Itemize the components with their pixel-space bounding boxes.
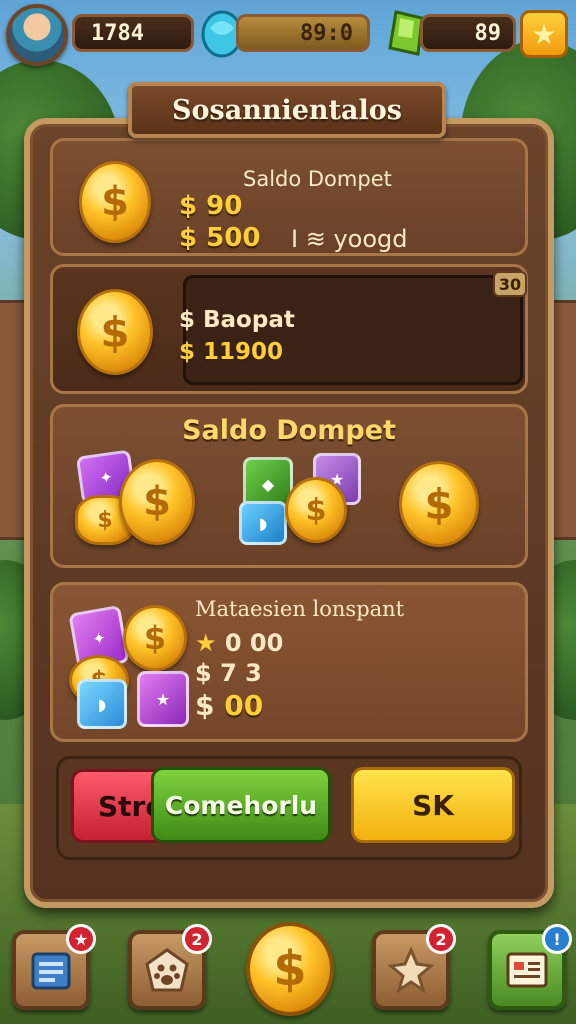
notification-badge: 2 xyxy=(182,924,212,954)
card1-line2-amount: $ 500 xyxy=(179,223,261,253)
dollar-coin-icon: $ xyxy=(79,161,151,243)
card1-line2-note: I ≋ yoogd xyxy=(291,225,408,253)
star-button[interactable]: ★ xyxy=(520,10,568,58)
top-hud: 1784 89:0 89 ★ xyxy=(0,0,576,70)
nav-map-button[interactable]: ! xyxy=(488,924,572,1010)
summary-card: ✦ $ $ ◗ ★ Mataesien lonspant ★ 0 00 $ 7 … xyxy=(50,582,528,742)
hud-counter-middle: 89:0 xyxy=(236,14,370,52)
star-icon: ★ xyxy=(195,629,217,657)
dollar-coin-icon: $ xyxy=(123,605,187,671)
card2-amount: $ 11900 xyxy=(179,339,284,365)
wallet-panel: $ Saldo Dompet $ 90 $ 500 I ≋ yoogd $ $ … xyxy=(24,118,554,908)
hud-middle-value: 89:0 xyxy=(300,20,353,46)
card4-line3-value: 00 xyxy=(224,689,264,722)
card1-heading: Saldo Dompet xyxy=(243,167,392,191)
player-avatar[interactable] xyxy=(6,4,68,66)
calendar-icon xyxy=(31,952,71,990)
dollar-coin-icon: $ xyxy=(77,289,153,375)
card2-label: $ Baopat xyxy=(179,307,295,333)
dollar-coin-icon[interactable]: $ xyxy=(399,461,479,547)
button-bar: Stre Comehorlu SK xyxy=(56,756,522,860)
card4-line2: $ 7 3 xyxy=(195,659,262,687)
badge-count: 2 xyxy=(435,929,447,949)
ok-button-label: SK xyxy=(412,788,454,822)
balance-card-2: $ $ Baopat $ 11900 30 xyxy=(50,264,528,394)
card4-line3: $ 00 xyxy=(195,689,263,722)
nav-calendar-button[interactable]: ★ xyxy=(12,924,96,1010)
paw-icon xyxy=(145,948,189,992)
balance-card-1: $ Saldo Dompet $ 90 $ 500 I ≋ yoogd xyxy=(50,138,528,256)
map-icon xyxy=(506,952,548,988)
dollar-sign-icon: $ xyxy=(195,659,212,687)
hud-counter-right: 89 xyxy=(420,14,516,52)
items-card: Saldo Dompet ✦ $ $ ◆ ★ ◗ $ $ xyxy=(50,404,528,568)
blue-card-icon: ◗ xyxy=(77,679,127,729)
blue-card-icon: ◗ xyxy=(239,501,287,545)
card4-line2-value: 7 3 xyxy=(220,659,262,687)
card2-badge-value: 30 xyxy=(498,274,522,294)
star-icon: ★ xyxy=(531,17,557,51)
hud-right-value: 89 xyxy=(474,20,502,46)
notification-badge: 2 xyxy=(426,924,456,954)
dollar-coin-icon[interactable]: $ xyxy=(119,459,195,545)
star-icon xyxy=(387,946,435,994)
title-plaque: Sosannientalos xyxy=(128,82,446,138)
hud-left-value: 1784 xyxy=(91,20,144,46)
page-title: Sosannientalos xyxy=(172,94,402,126)
card4-line1-value: 0 00 xyxy=(224,629,284,657)
card4-heading: Mataesien lonspant xyxy=(195,597,405,621)
info-badge: ! xyxy=(542,924,572,954)
ok-button[interactable]: SK xyxy=(351,767,515,843)
badge-count: 2 xyxy=(191,929,203,949)
nav-quest-button[interactable]: 2 xyxy=(372,924,456,1010)
card3-heading: Saldo Dompet xyxy=(182,415,396,446)
confirm-button-label: Comehorlu xyxy=(164,790,318,820)
purple-star-card-icon: ★ xyxy=(137,671,189,727)
star-badge: ★ xyxy=(66,924,96,954)
card4-line1: ★ 0 00 xyxy=(195,629,283,657)
nav-pet-button[interactable]: 2 xyxy=(128,924,212,1010)
hud-counter-left: 1784 xyxy=(72,14,194,52)
confirm-button[interactable]: Comehorlu xyxy=(151,767,331,843)
nav-coin-button[interactable]: $ xyxy=(246,922,334,1016)
card1-line1: $ 90 xyxy=(179,191,243,221)
dollar-sign-icon: $ xyxy=(195,689,215,722)
card2-badge: 30 xyxy=(493,271,527,297)
dollar-coin-icon[interactable]: $ xyxy=(285,477,347,543)
